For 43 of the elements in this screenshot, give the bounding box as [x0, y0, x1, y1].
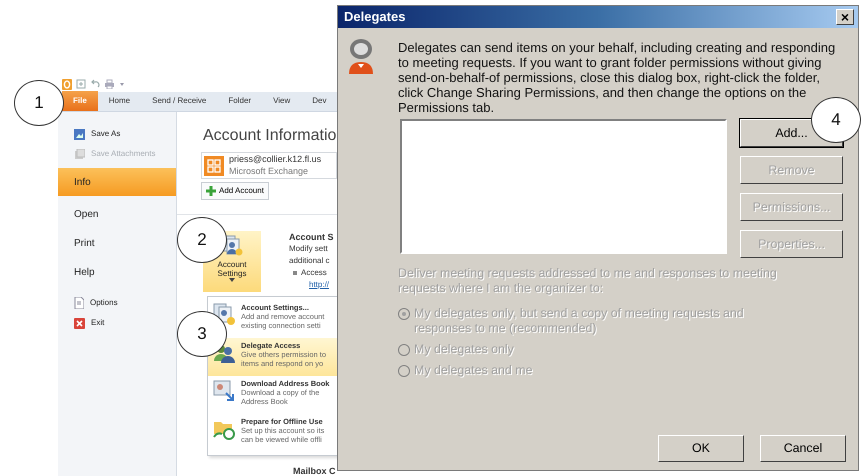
- ribbon-tab[interactable]: View: [262, 91, 302, 111]
- ribbon-tab[interactable]: Home: [98, 91, 142, 111]
- description-text: additional c: [289, 254, 330, 266]
- dialog-button[interactable]: OK: [658, 435, 744, 462]
- add-account-button[interactable]: Add Account: [201, 182, 269, 200]
- delegates-list[interactable]: [400, 119, 727, 254]
- address-book-icon: [212, 379, 236, 403]
- bullet-text: Access: [301, 266, 327, 278]
- save-attachments-icon: [74, 148, 85, 160]
- ribbon-tab[interactable]: Send / Receive: [141, 91, 218, 111]
- ribbon-tab[interactable]: Folder: [217, 91, 262, 111]
- nav-item[interactable]: Info: [58, 168, 176, 196]
- save-as-icon: [74, 128, 85, 140]
- nav-item[interactable]: Print: [58, 229, 176, 258]
- options-icon: [74, 297, 84, 309]
- nav-command[interactable]: Exit: [58, 313, 176, 333]
- exchange-icon: [204, 156, 224, 176]
- window-title: Delegates: [344, 8, 406, 26]
- plus-icon: [206, 186, 216, 196]
- description-text: Modify sett: [289, 242, 329, 254]
- nav-command[interactable]: Save As: [58, 124, 176, 144]
- section-heading: Account S: [289, 230, 334, 242]
- exit-icon: [74, 318, 85, 328]
- account-selector[interactable]: priess@collier.k12.fl.us Microsoft Exchange: [201, 152, 337, 179]
- dropdown-icon[interactable]: [119, 80, 125, 88]
- page-heading: Account Informatio: [203, 126, 337, 146]
- undo-icon[interactable]: [90, 79, 100, 89]
- dialog-button[interactable]: Cancel: [760, 435, 846, 462]
- close-button[interactable]: ×: [836, 9, 854, 25]
- app-icon: [62, 78, 72, 90]
- nav-item[interactable]: Help: [58, 258, 176, 287]
- step-callout-overlay: 1: [14, 80, 64, 126]
- account-email: priess@collier.k12.fl.us: [229, 154, 322, 166]
- account-type: Microsoft Exchange: [229, 166, 310, 177]
- section-heading: Mailbox C: [293, 465, 336, 476]
- print-icon[interactable]: [104, 79, 115, 89]
- nav-item[interactable]: Open: [58, 200, 176, 229]
- nav-command[interactable]: Options: [58, 293, 176, 313]
- server-link[interactable]: http://: [289, 280, 330, 288]
- bullet-icon: [293, 270, 297, 274]
- send-receive-icon[interactable]: [76, 79, 86, 89]
- caret-icon: [229, 278, 235, 282]
- ribbon-tab[interactable]: Dev: [301, 91, 337, 111]
